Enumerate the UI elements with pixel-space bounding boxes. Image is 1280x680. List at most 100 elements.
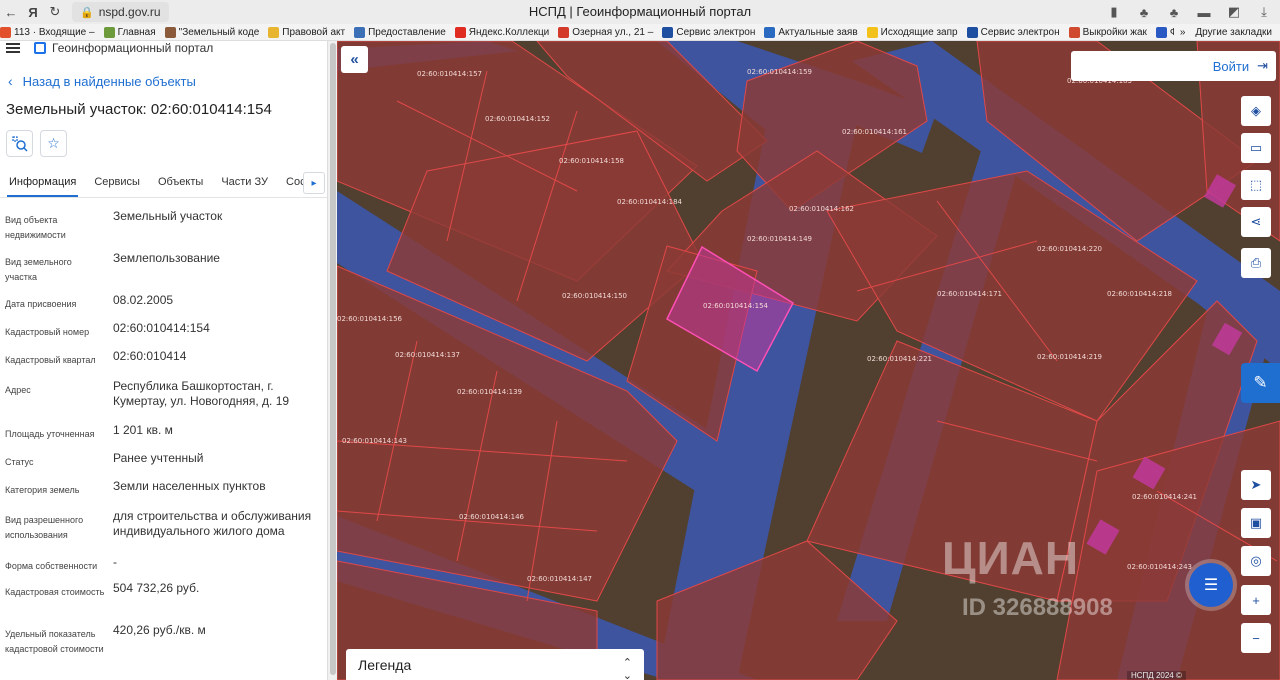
feedback-tab[interactable]: ✎ xyxy=(1241,363,1280,403)
detail-row: Форма собственности - xyxy=(0,555,327,581)
measure-button[interactable]: ▭ xyxy=(1241,133,1271,163)
portal-logo[interactable]: Геоинформационный портал xyxy=(34,41,213,55)
tabs-scroll-right-button[interactable]: ▸ xyxy=(303,172,325,194)
watermark-id: ID 326888908 xyxy=(962,594,1113,621)
legend-dropdown[interactable]: Легенда ⌃ ⌄ xyxy=(346,649,644,680)
bookmark-label: Сервис электрон xyxy=(676,26,756,38)
map-copyright: НСПД 2024 © xyxy=(1127,671,1186,680)
bookmark-item[interactable]: Озерная ул., 21 – xyxy=(558,26,653,38)
detail-row: Вид разрешенного использования для строит… xyxy=(0,509,327,553)
detail-label: Вид земельного участка xyxy=(5,257,72,282)
map-view[interactable]: 02:60:010414:157 02:60:010414:159 02:60:01… xyxy=(337,41,1280,680)
parcel-label: 02:60:010414:150 xyxy=(562,292,627,300)
download-icon[interactable]: ⤓ xyxy=(1254,2,1274,22)
share-button[interactable]: ⋖ xyxy=(1241,207,1271,237)
panel-scrollbar[interactable] xyxy=(327,41,337,680)
bookmark-label: Яндекс.Коллекци xyxy=(468,26,550,38)
bookmark-label: Сервис электрон xyxy=(980,26,1060,38)
geolocation-button[interactable]: ➤ xyxy=(1241,470,1271,500)
detail-value: 02:60:010414 xyxy=(113,349,187,363)
pin-icon: ◎ xyxy=(1250,553,1262,568)
bookmark-item[interactable]: Правовой акт xyxy=(268,26,345,38)
extension-icon[interactable]: ♣ xyxy=(1134,2,1154,22)
login-button[interactable]: Войти ⇥ xyxy=(1071,51,1276,81)
bookmarks-bar: 113 · Входящие – Главная "Земельный коде Пр… xyxy=(0,24,1280,41)
yandex-icon[interactable]: Я xyxy=(22,1,44,23)
bookmark-favicon-icon xyxy=(164,26,176,38)
bookmark-item[interactable]: Сервис электрон xyxy=(662,26,756,38)
bookmark-item[interactable]: "Земельный коде xyxy=(164,26,259,38)
detail-value: Землепользование xyxy=(113,251,220,265)
bookmark-favicon-icon xyxy=(662,26,674,38)
address-bar[interactable]: 🔒 nspd.gov.ru xyxy=(72,2,169,22)
tab-item[interactable]: Сервисы xyxy=(85,167,149,197)
more-bookmarks-button[interactable]: » xyxy=(1180,27,1186,38)
collapse-panel-button[interactable]: « xyxy=(341,46,368,73)
window-title: НСПД | Геоинформационный портал xyxy=(528,4,752,19)
scrollbar-thumb[interactable] xyxy=(330,43,336,675)
parcel-label: 02:60:010414:171 xyxy=(937,290,1002,298)
minimize-bar-icon[interactable]: ▬ xyxy=(1194,2,1214,22)
parcel-label: 02:60:010414:143 xyxy=(342,437,407,445)
parcel-label: 02:60:010414:146 xyxy=(459,513,525,521)
chevron-right-icon: ▸ xyxy=(311,177,317,189)
detail-value: 1 201 кв. м xyxy=(113,423,173,437)
ruler-icon: ▭ xyxy=(1249,140,1263,155)
bookmark-item[interactable]: Исходящие запр xyxy=(866,26,958,38)
bookmark-item[interactable]: Предоставление xyxy=(354,26,446,38)
bookmark-favicon-icon xyxy=(1155,26,1167,38)
minimap-button[interactable]: ▣ xyxy=(1241,508,1271,538)
reload-icon[interactable]: ↻ xyxy=(44,1,66,23)
other-bookmarks-folder[interactable]: Другие закладки xyxy=(1195,27,1272,38)
parcel-label: 02:60:010414:139 xyxy=(457,388,522,396)
map-canvas[interactable]: 02:60:010414:157 02:60:010414:159 02:60:01… xyxy=(337,41,1280,680)
chevron-left-icon: ‹ xyxy=(8,73,13,89)
bookmark-item[interactable]: Актуальные заяв xyxy=(764,26,858,38)
bookmark-item[interactable]: Яндекс.Коллекци xyxy=(454,26,550,38)
bookmark-icon[interactable]: ▮ xyxy=(1104,2,1124,22)
bookmark-item[interactable]: Сервис электрон xyxy=(966,26,1060,38)
shield-icon[interactable]: ◩ xyxy=(1224,2,1244,22)
zoom-out-button[interactable]: − xyxy=(1241,623,1271,653)
bookmark-item[interactable]: Главная xyxy=(103,26,156,38)
detail-label: Вид разрешенного использования xyxy=(5,515,84,540)
detail-label: Удельный показатель кадастровой стоимост… xyxy=(5,629,104,654)
bookmark-item[interactable]: Выкройки жак xyxy=(1068,26,1147,38)
zoom-to-object-icon xyxy=(11,135,28,152)
parcel-label: 02:60:010414:219 xyxy=(1037,353,1102,361)
detail-value: Ранее учтенный xyxy=(113,451,204,465)
select-on-map-button[interactable] xyxy=(6,130,33,157)
detail-label: Статус xyxy=(5,457,34,467)
address-text: nspd.gov.ru xyxy=(98,5,161,19)
extension-2-icon[interactable]: ♣ xyxy=(1164,2,1184,22)
detail-value: 02:60:010414:154 xyxy=(113,321,210,335)
tab-item[interactable]: Информация xyxy=(0,167,85,197)
detail-label: Кадастровая стоимость xyxy=(5,587,105,597)
bookmark-label: Актуальные заяв xyxy=(778,26,858,38)
back-to-results-link[interactable]: ‹ Назад в найденные объекты xyxy=(8,73,196,89)
detail-row: Дата присвоения 08.02.2005 xyxy=(0,293,327,319)
detail-row: Статус Ранее учтенный xyxy=(0,451,327,477)
chat-button[interactable]: ☰ xyxy=(1189,563,1233,607)
tab-item[interactable]: Объекты xyxy=(149,167,212,197)
minimap-icon: ▣ xyxy=(1249,515,1263,530)
legend-label: Легенда xyxy=(358,656,412,673)
location-pin-button[interactable]: ◎ xyxy=(1241,546,1271,576)
detail-value: 420,26 руб./кв. м xyxy=(113,623,206,637)
portal-logo-icon xyxy=(34,42,46,54)
menu-icon[interactable] xyxy=(6,43,20,53)
back-arrow-icon[interactable]: ← xyxy=(0,1,22,23)
detail-row: Категория земель Земли населенных пунктов xyxy=(0,479,327,505)
detail-value: Земли населенных пунктов xyxy=(113,479,266,493)
tab-item[interactable]: Части ЗУ xyxy=(212,167,277,197)
bookmark-item[interactable]: 113 · Входящие – xyxy=(0,26,95,38)
zoom-in-button[interactable]: + xyxy=(1241,585,1271,615)
select-area-button[interactable]: ⬚ xyxy=(1241,170,1271,200)
parcel-label: 02:60:010414:218 xyxy=(1107,290,1172,298)
updown-chevron-icon: ⌃ ⌄ xyxy=(622,657,632,680)
tabs-divider xyxy=(0,197,327,198)
layers-button[interactable]: ◈ xyxy=(1241,96,1271,126)
favorite-button[interactable]: ☆ xyxy=(40,130,67,157)
detail-row: Вид объекта недвижимости Земельный участо… xyxy=(0,209,327,249)
print-button[interactable]: ⎙ xyxy=(1241,248,1271,278)
